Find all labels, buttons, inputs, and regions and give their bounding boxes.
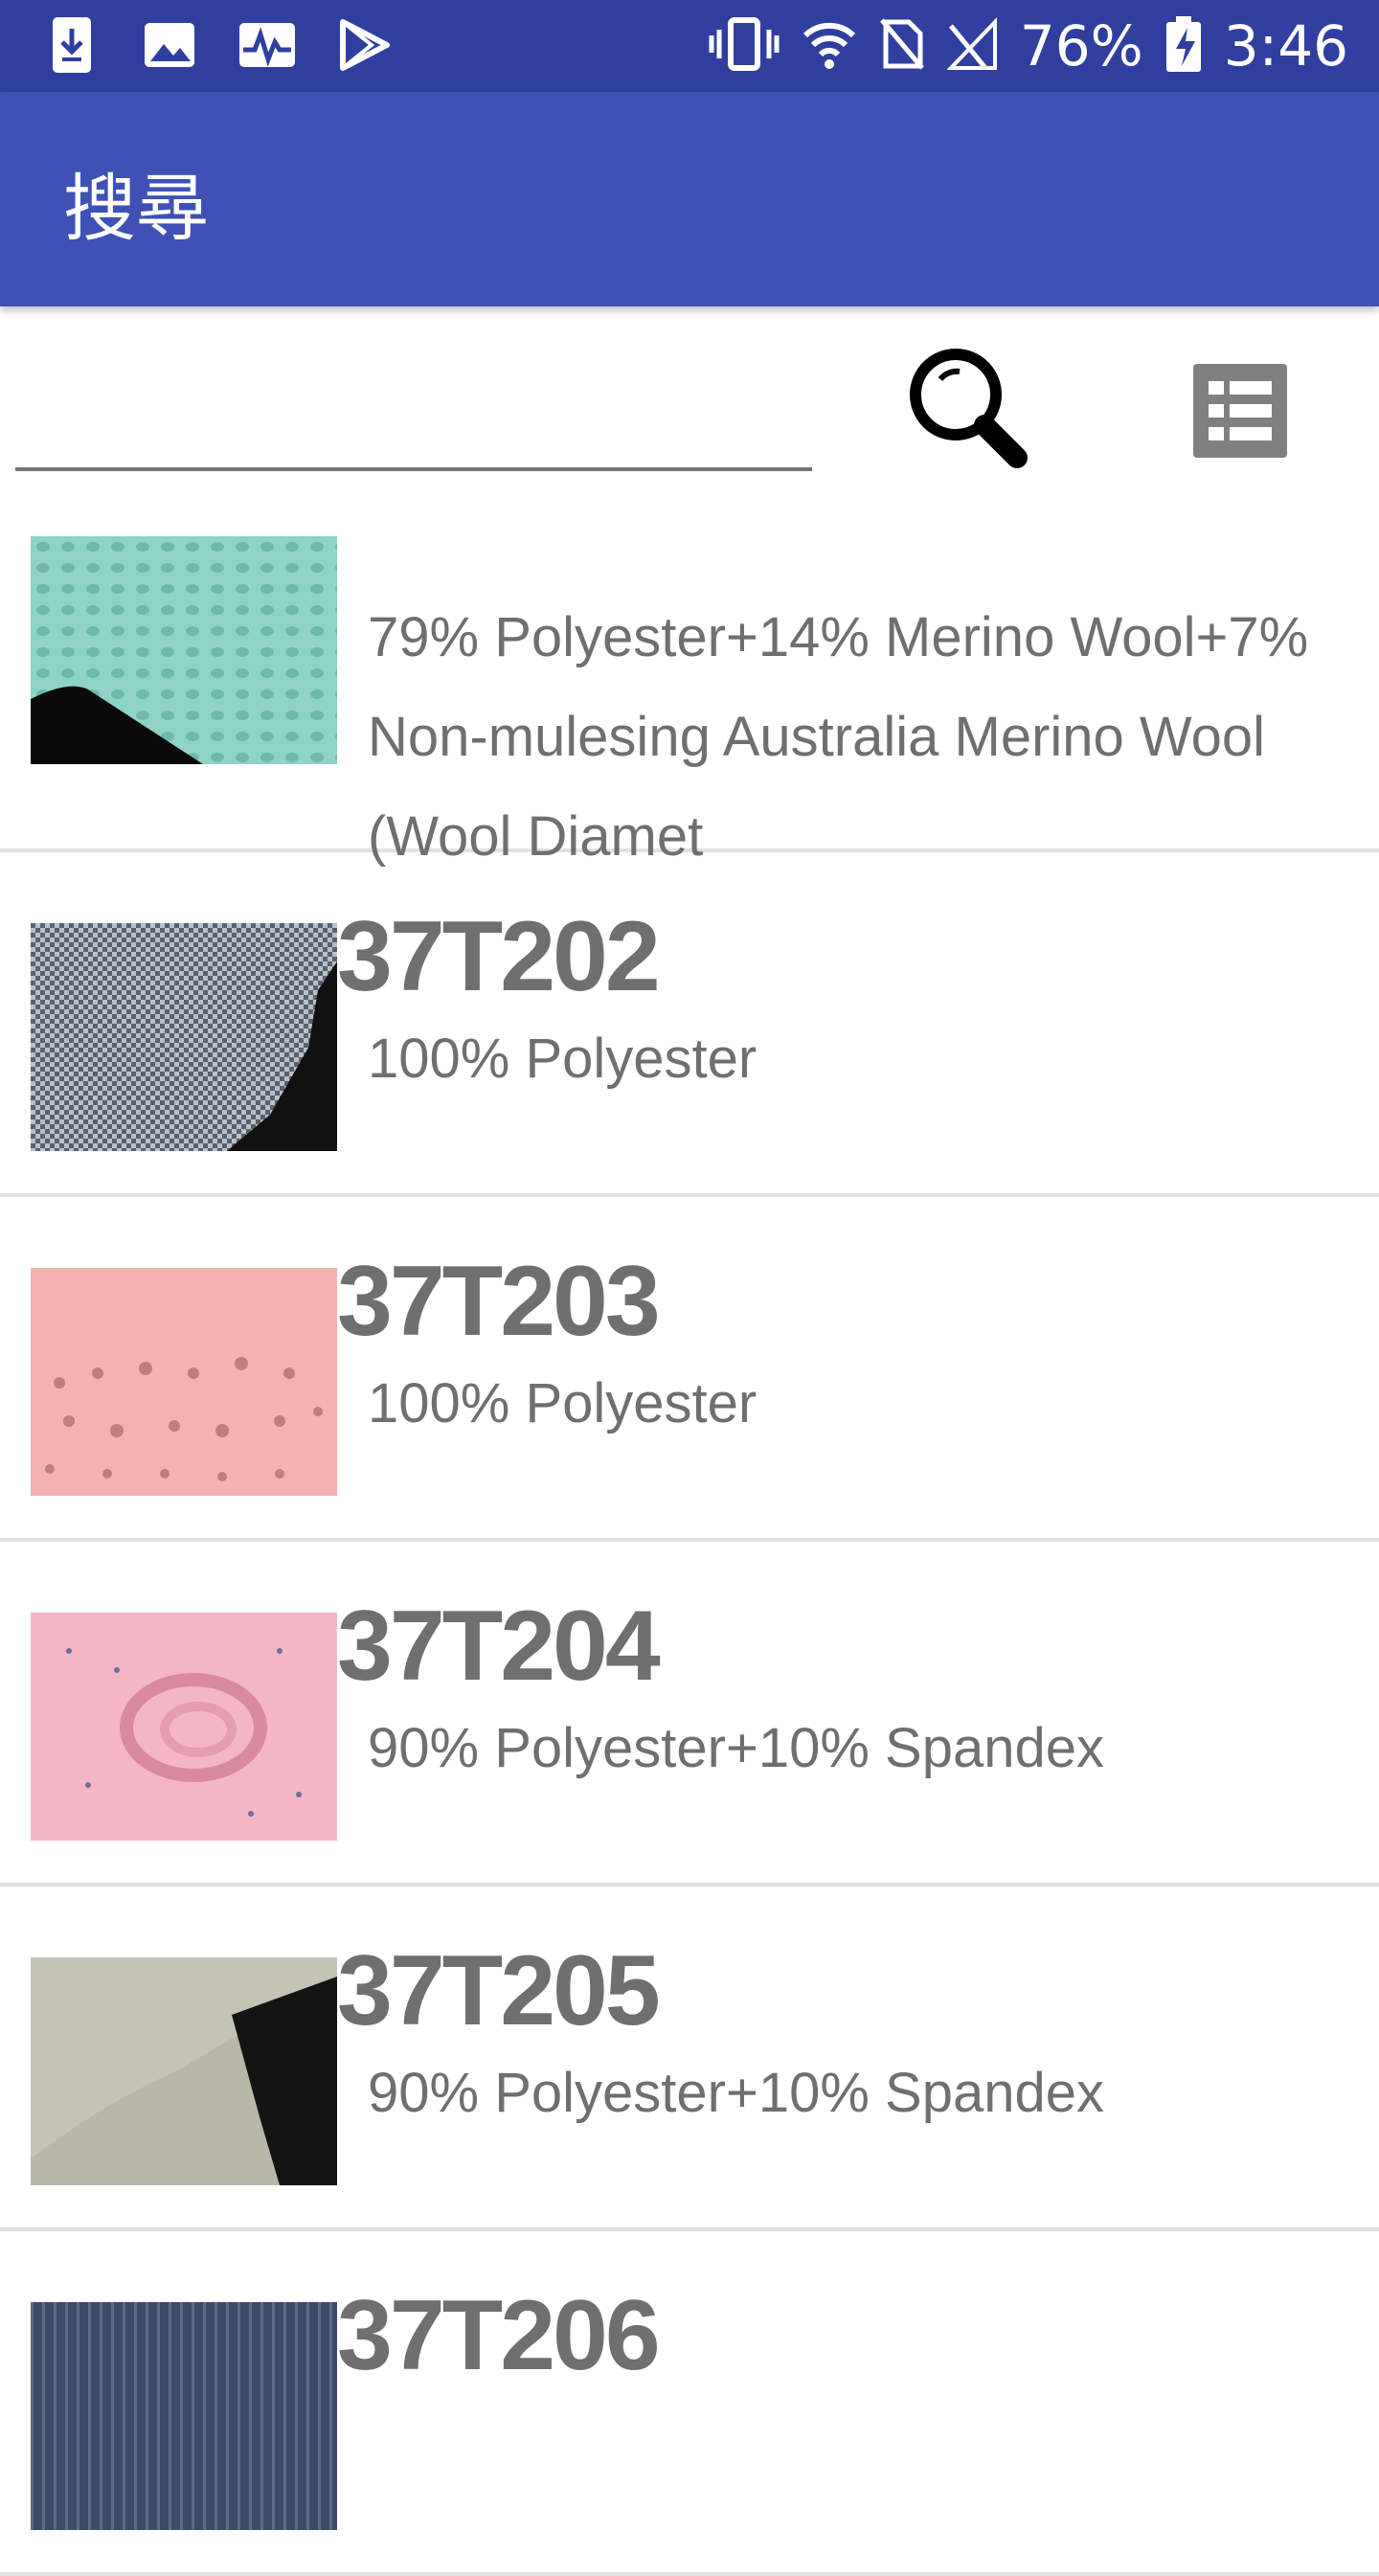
search-input[interactable] [15, 364, 812, 471]
signal-icon [946, 16, 999, 77]
product-list: 79% Polyester+14% Merino Wool+7% Non-mul… [0, 508, 1379, 2576]
app-bar: 搜尋 [0, 92, 1379, 306]
vibrate-icon [708, 16, 780, 77]
item-description: 79% Polyester+14% Merino Wool+7% Non-mul… [368, 606, 1309, 868]
no-sim-icon [878, 16, 926, 77]
fabric-thumbnail [31, 2302, 337, 2530]
item-description: 90% Polyester+10% Spandex [368, 1717, 1105, 1779]
search-icon [910, 349, 1028, 468]
search-button[interactable] [894, 341, 1036, 475]
clock: 3:46 [1223, 13, 1348, 79]
list-item[interactable]: 37T206 [0, 2231, 1379, 2576]
item-description: 100% Polyester [368, 1372, 757, 1435]
notification-icons [42, 13, 395, 77]
item-code: 37T205 [337, 1935, 661, 2046]
wifi-icon [802, 16, 857, 77]
list-item[interactable]: 79% Polyester+14% Merino Wool+7% Non-mul… [0, 508, 1379, 868]
fabric-thumbnail [31, 536, 337, 764]
battery-level: 76% [1019, 13, 1143, 79]
item-description: 90% Polyester+10% Spandex [368, 2062, 1105, 2124]
fabric-thumbnail [31, 1613, 337, 1841]
activity-icon [237, 13, 297, 77]
status-bar: 76% 3:46 [0, 0, 1379, 92]
fabric-thumbnail [31, 1268, 337, 1496]
image-icon [140, 13, 199, 77]
download-icon [42, 13, 102, 77]
list-item[interactable]: 37T205 90% Polyester+10% Spandex [0, 1887, 1379, 2231]
list-view-button[interactable] [1193, 364, 1287, 458]
search-row [0, 306, 1379, 508]
item-code: 37T202 [337, 901, 661, 1012]
item-code: 37T204 [337, 1591, 661, 1702]
fabric-thumbnail [31, 923, 337, 1151]
list-item[interactable]: 37T203 100% Polyester [0, 1197, 1379, 1542]
list-item[interactable]: 37T202 100% Polyester [0, 852, 1379, 1197]
item-description: 100% Polyester [368, 1028, 757, 1090]
fabric-thumbnail [31, 1957, 337, 2185]
item-code: 37T206 [337, 2280, 661, 2391]
list-item[interactable]: 37T204 90% Polyester+10% Spandex [0, 1542, 1379, 1887]
battery-charging-icon [1164, 14, 1203, 79]
page-title: 搜尋 [63, 166, 209, 251]
item-code: 37T203 [337, 1246, 661, 1357]
play-store-icon [335, 13, 395, 77]
list-view-icon [1209, 381, 1272, 441]
system-icons: 76% 3:46 [708, 0, 1348, 92]
